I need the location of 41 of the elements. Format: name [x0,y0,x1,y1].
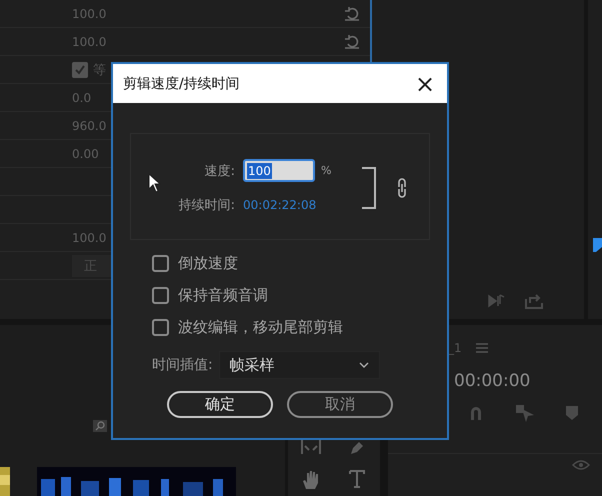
property-value[interactable]: 100.0 [72,230,106,244]
cursor-icon [148,173,162,193]
type-tool-icon[interactable] [349,470,365,488]
menu-icon[interactable] [476,343,488,353]
link-bracket-icon [361,167,377,209]
checkbox[interactable] [152,254,169,272]
checkbox-label: 保持音频音调 [178,286,268,304]
interpolation-label: 时间插值: [152,356,213,374]
chevron-down-icon [358,362,369,368]
export-icon[interactable] [524,293,544,309]
percent-unit: % [321,164,332,177]
property-value[interactable]: 0.00 [72,146,99,160]
checkbox-label: 倒放速度 [178,254,238,272]
interpolation-dropdown[interactable]: 帧采样 [218,351,380,379]
eye-icon[interactable] [572,460,590,470]
link-icon[interactable] [397,178,407,198]
cancel-button[interactable]: 取消 [287,391,393,418]
ripple-edit-icon[interactable] [299,440,323,456]
dialog-title: 剪辑速度/持续时间 [123,74,240,92]
property-value[interactable]: 960.0 [72,118,106,132]
checkbox-label: 波纹编辑，移动尾部剪辑 [178,318,343,336]
search-icon[interactable] [93,420,107,432]
checkbox[interactable] [72,62,88,78]
property-value[interactable]: 100.0 [72,34,106,48]
close-button[interactable]: × [403,64,447,103]
hand-icon[interactable] [302,470,320,490]
speed-input[interactable]: 100 [243,159,315,182]
checkbox[interactable] [152,286,169,304]
ok-button[interactable]: 确定 [167,391,273,418]
duration-label: 持续时间: [178,197,235,214]
checkbox[interactable] [152,318,169,336]
reset-icon[interactable] [344,35,360,49]
property-value[interactable]: 100.0 [72,6,106,20]
magnet-icon[interactable] [468,405,484,421]
property-value[interactable]: 0.0 [72,90,92,104]
reset-icon[interactable] [344,7,360,21]
duration-value[interactable]: 00:02:22:08 [243,198,332,212]
add-marker-icon[interactable] [566,406,578,420]
speed-label: 速度: [204,162,235,180]
timecode[interactable]: 00:00:00 [454,371,530,391]
playhead-marker-icon[interactable] [593,238,602,252]
